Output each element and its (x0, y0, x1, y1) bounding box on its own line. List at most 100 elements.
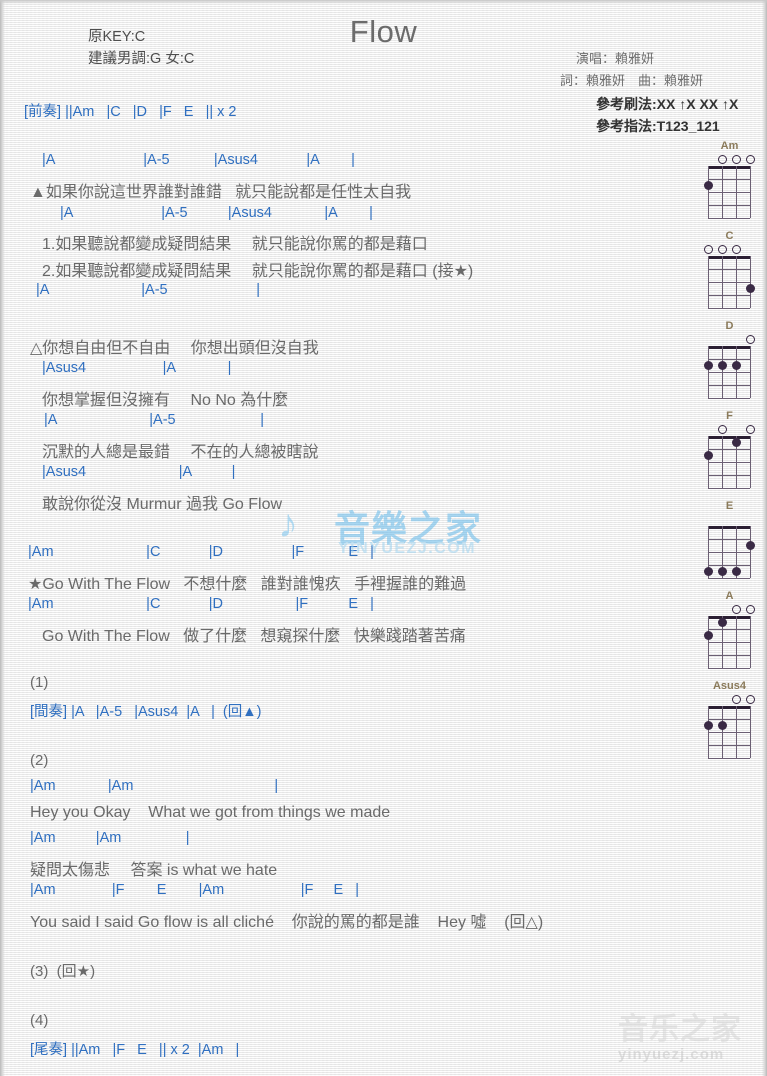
finger-dot (704, 721, 713, 730)
finger-dot (704, 361, 713, 370)
open-string-marker (746, 695, 755, 704)
fret-line (708, 192, 750, 193)
open-string-marker (718, 425, 727, 434)
fret-line (708, 578, 750, 579)
string-line (750, 436, 751, 488)
chord-line: |A |A-5 |Asus4 |A | (60, 205, 373, 221)
finger-dot (732, 438, 741, 447)
fret-line (708, 565, 750, 566)
chord-diagram-list: Am C D F E A Asus4 (692, 140, 767, 770)
lyric-line: 沉默的人總是最錯 不在的人總被瞎說 (42, 444, 319, 461)
chord-line: |Am |C |D |F E | (28, 596, 374, 612)
open-string-marker (718, 245, 727, 254)
finger-dot (718, 721, 727, 730)
chord-line: |Am |C |D |F E | (28, 544, 374, 560)
fret-line (708, 179, 750, 180)
string-line (708, 436, 709, 488)
finger-dot (704, 631, 713, 640)
string-line (750, 526, 751, 578)
chord-line: |A |A-5 | (44, 412, 264, 428)
fretboard-grid (704, 616, 751, 669)
string-line (736, 616, 737, 668)
lyric-line: 1.如果聽說都變成疑問結果 就只能說你罵的都是藉口 (42, 236, 428, 253)
chord-line: |A |A-5 | (36, 282, 261, 298)
section-marker: (4) (30, 1012, 49, 1029)
lyric-line: Go With The Flow 做了什麼 想窺探什麼 快樂踐踏著苦痛 (42, 628, 466, 645)
open-string-marker (718, 155, 727, 164)
chord-line: |Am |Am | (30, 778, 279, 794)
fretboard-grid (708, 256, 755, 309)
open-string-marker (732, 245, 741, 254)
lyric-line: 敢說你從沒 Murmur 過我 Go Flow (42, 496, 283, 513)
string-line (750, 256, 751, 308)
fretboard-grid (704, 706, 751, 759)
string-line (750, 346, 751, 398)
fret-line (708, 308, 750, 309)
string-line (736, 256, 737, 308)
string-line (750, 706, 751, 758)
fret-line (708, 295, 750, 296)
chord-diagram: F (692, 410, 767, 498)
section-marker: (3) (回★) (30, 963, 96, 980)
fretboard-grid (704, 346, 751, 399)
string-line (708, 346, 709, 398)
chord-line: |Am |F E |Am |F E | (30, 882, 360, 898)
section-marker: (2) (30, 752, 49, 769)
finger-dot (718, 567, 727, 576)
lyric-line: 你想掌握但沒擁有 No No 為什麼 (42, 392, 289, 409)
finger-dot (746, 541, 755, 550)
string-line (722, 166, 723, 218)
open-string-marker (746, 425, 755, 434)
chord-diagram: E (692, 500, 767, 588)
fret-line (708, 359, 750, 360)
fret-line (708, 488, 750, 489)
nut-line (708, 436, 750, 439)
fret-line (708, 668, 750, 669)
string-line (722, 436, 723, 488)
finger-dot (718, 618, 727, 627)
fret-line (708, 629, 750, 630)
chord-diagram: Asus4 (692, 680, 767, 768)
fret-line (708, 269, 750, 270)
song-body: [前奏] ||Am |C |D |F E || x 2 |A |A-5 |Asus… (0, 0, 690, 1076)
fret-line (708, 218, 750, 219)
lyric-line: △你想自由但不自由 你想出頭但沒自我 (30, 340, 319, 357)
string-line (750, 616, 751, 668)
fret-line (708, 449, 750, 450)
fret-line (708, 398, 750, 399)
string-line (708, 706, 709, 758)
string-line (722, 256, 723, 308)
nut-line (708, 616, 750, 619)
nut-line (708, 256, 750, 259)
string-line (736, 706, 737, 758)
fret-line (708, 539, 750, 540)
chord-line: |Asus4 |A | (42, 360, 232, 376)
chord-diagram-name: Asus4 (712, 680, 747, 692)
fret-line (708, 462, 750, 463)
fret-line (708, 655, 750, 656)
chord-diagram-name: D (725, 320, 734, 332)
chord-diagram-name: Am (720, 140, 739, 152)
open-string-marker (746, 155, 755, 164)
lyric-line: ★Go With The Flow 不想什麼 誰對誰愧疚 手裡握誰的難過 (28, 576, 467, 593)
nut-line (708, 166, 750, 169)
fret-line (708, 552, 750, 553)
chord-line: [前奏] ||Am |C |D |F E || x 2 (24, 104, 237, 120)
fret-line (708, 205, 750, 206)
open-string-marker (732, 155, 741, 164)
fret-line (708, 758, 750, 759)
lyric-line: You said I said Go flow is all cliché 你說… (30, 914, 544, 931)
finger-dot (732, 361, 741, 370)
chord-line: [尾奏] ||Am |F E || x 2 |Am | (30, 1042, 240, 1058)
fretboard-grid (704, 526, 755, 579)
lyric-line: 疑問太傷悲 答案 is what we hate (30, 862, 278, 879)
chord-diagram-name: C (725, 230, 734, 242)
fret-line (708, 385, 750, 386)
chord-diagram: A (692, 590, 767, 678)
finger-dot (718, 361, 727, 370)
fret-line (708, 732, 750, 733)
chord-line: |Asus4 |A | (42, 464, 236, 480)
fretboard-grid (704, 436, 751, 489)
string-line (722, 346, 723, 398)
open-string-marker (746, 335, 755, 344)
